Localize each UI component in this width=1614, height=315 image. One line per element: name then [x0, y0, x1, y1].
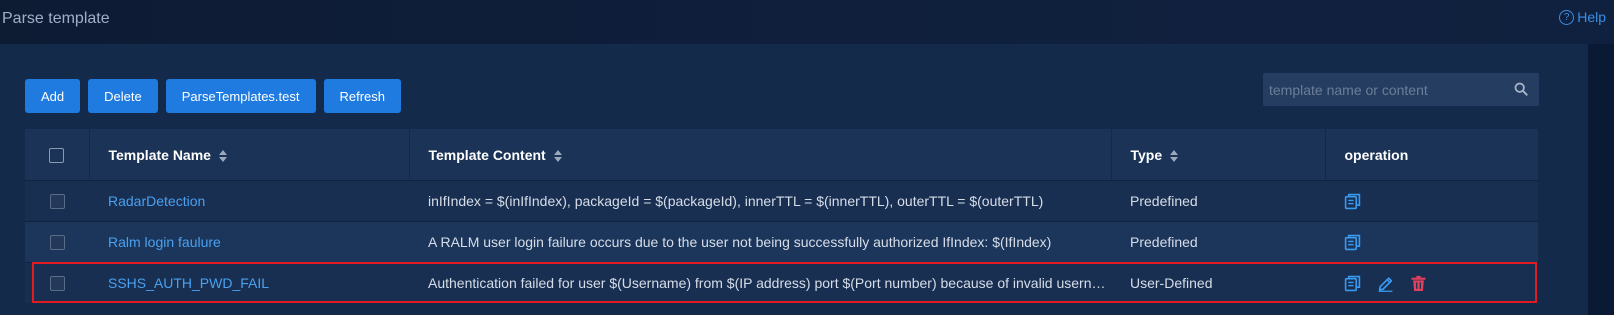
column-label: Template Name	[108, 146, 211, 163]
column-header-type[interactable]: Type	[1111, 129, 1326, 181]
template-content-cell: inIfIndex = $(inIfIndex), packageId = $(…	[409, 180, 1111, 222]
test-button[interactable]: ParseTemplates.test	[165, 79, 316, 113]
delete-icon[interactable]	[1410, 275, 1427, 292]
row-checkbox[interactable]	[49, 276, 65, 292]
column-label: Template Content	[428, 146, 546, 163]
template-content-cell: A RALM user login failure occurs due to …	[409, 221, 1111, 263]
table-header-row: Template Name Template Content Type oper…	[25, 129, 1538, 181]
page-header: Parse template ? Help	[0, 0, 1614, 44]
select-all-cell	[25, 129, 90, 181]
operation-cell	[1325, 180, 1538, 222]
column-header-operation: operation	[1325, 129, 1538, 181]
template-type-cell: Predefined	[1111, 180, 1325, 222]
search-box	[1263, 73, 1539, 106]
template-content-cell: Authentication failed for user $(Usernam…	[409, 262, 1111, 303]
table-row[interactable]: SSHS_AUTH_PWD_FAIL Authentication failed…	[25, 262, 1538, 303]
row-checkbox[interactable]	[49, 235, 65, 251]
main-panel: Add Delete ParseTemplates.test Refresh T	[0, 44, 1588, 315]
operation-cell	[1325, 262, 1538, 303]
column-label: operation	[1344, 146, 1409, 163]
help-label: Help	[1577, 9, 1606, 25]
column-header-name[interactable]: Template Name	[89, 129, 410, 181]
template-type-cell: User-Defined	[1111, 262, 1325, 303]
template-name-link[interactable]: Ralm login faulure	[108, 234, 221, 250]
help-icon: ?	[1559, 9, 1575, 25]
toolbar: Add Delete ParseTemplates.test Refresh	[25, 79, 402, 113]
column-header-content[interactable]: Template Content	[409, 129, 1112, 181]
template-name-link[interactable]: RadarDetection	[108, 193, 205, 209]
sort-icon[interactable]	[1170, 149, 1179, 162]
row-checkbox-cell	[25, 262, 89, 303]
search-icon[interactable]	[1514, 82, 1528, 96]
page-scrollbar[interactable]	[1596, 44, 1606, 315]
table-row[interactable]: Ralm login faulure A RALM user login fai…	[25, 221, 1538, 263]
row-checkbox-cell	[25, 180, 89, 222]
help-link[interactable]: ? Help	[1559, 9, 1606, 25]
table-row[interactable]: RadarDetection inIfIndex = $(inIfIndex),…	[25, 180, 1538, 222]
template-name-cell: Ralm login faulure	[89, 221, 409, 263]
copy-icon[interactable]	[1344, 234, 1361, 251]
template-name-link[interactable]: SSHS_AUTH_PWD_FAIL	[108, 275, 269, 291]
edit-icon[interactable]	[1377, 275, 1394, 292]
column-label: Type	[1130, 146, 1163, 163]
operation-cell	[1325, 221, 1538, 263]
search-input[interactable]	[1263, 73, 1509, 106]
sort-icon[interactable]	[553, 149, 562, 162]
sort-icon[interactable]	[218, 149, 227, 162]
template-name-cell: SSHS_AUTH_PWD_FAIL	[89, 262, 409, 303]
template-name-cell: RadarDetection	[89, 180, 409, 222]
template-type-cell: Predefined	[1111, 221, 1325, 263]
page-title: Parse template	[2, 10, 110, 27]
row-checkbox-cell	[25, 221, 89, 263]
template-table: Template Name Template Content Type oper…	[25, 129, 1538, 303]
refresh-button[interactable]: Refresh	[323, 79, 402, 113]
select-all-checkbox[interactable]	[49, 147, 65, 163]
add-button[interactable]: Add	[25, 79, 81, 113]
copy-icon[interactable]	[1344, 193, 1361, 210]
row-checkbox[interactable]	[49, 194, 65, 210]
copy-icon[interactable]	[1344, 275, 1361, 292]
delete-button[interactable]: Delete	[88, 79, 158, 113]
